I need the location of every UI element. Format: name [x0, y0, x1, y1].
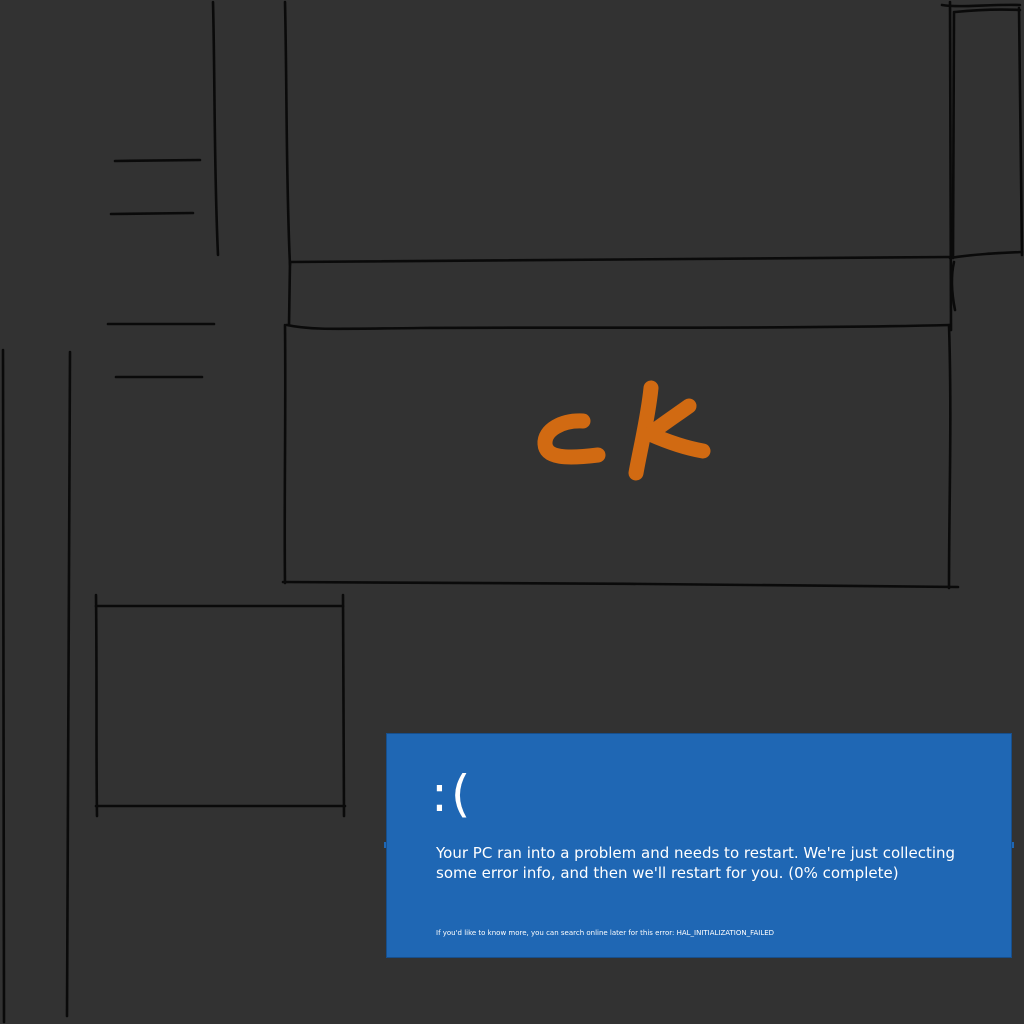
ck-letter-c [537, 413, 606, 465]
wireframe-canvas: ck :( Your PC ran into a problem and nee… [0, 0, 1024, 1024]
right-column-left-edge [951, 10, 956, 260]
sidebar-edge-right [65, 350, 72, 1018]
menu-line-1 [113, 158, 202, 163]
small-box-right-edge [341, 593, 346, 818]
main-panel-right-edge [947, 323, 952, 590]
right-column-divider [948, 250, 1024, 260]
right-column-lower-edge [950, 260, 957, 312]
top-panel-left-edge [283, 0, 292, 267]
right-column-right-edge [1017, 6, 1024, 257]
error-message: Your PC ran into a problem and needs to … [436, 844, 956, 882]
sidebar-edge-left [1, 348, 6, 1024]
top-panel-bottom-edge [288, 255, 952, 264]
right-column-top-edge [940, 3, 1022, 8]
ck-letter-k-arms [642, 398, 711, 459]
small-box-left-edge [94, 593, 99, 818]
right-column-top-edge-2 [953, 8, 1022, 14]
main-panel-left-edge [283, 323, 287, 585]
strip-left-edge [287, 260, 292, 327]
sad-face-icon: :( [431, 765, 474, 823]
main-panel-bottom-edge [281, 580, 960, 589]
menu-column-line [211, 0, 220, 257]
error-code-hint: If you'd like to know more, you can sear… [436, 929, 775, 937]
menu-line-2 [109, 211, 195, 216]
strip-bottom-edge [285, 323, 952, 331]
ck-annotation: ck [537, 380, 711, 481]
blue-screen-error-panel: :( Your PC ran into a problem and needs … [386, 733, 1012, 958]
